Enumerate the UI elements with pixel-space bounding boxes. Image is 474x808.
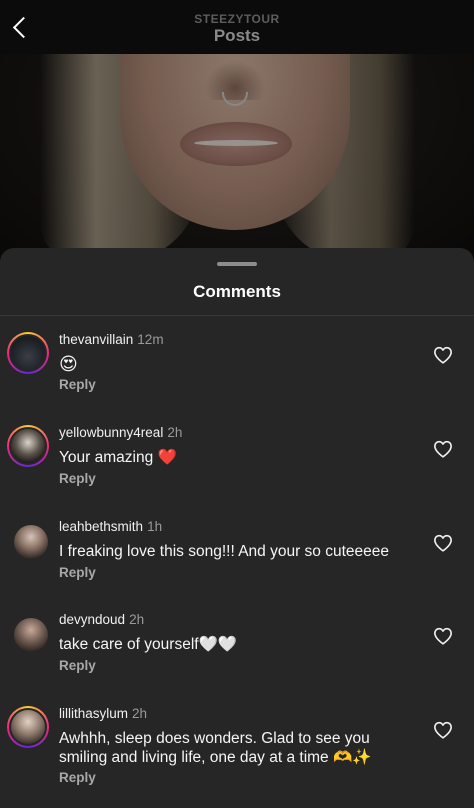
comment-time: 12m <box>137 332 164 347</box>
comment-time: 2h <box>167 425 183 440</box>
heart-outline-icon[interactable] <box>433 346 453 364</box>
comment-text: 😍 <box>59 354 78 375</box>
comments-sheet: Comments thevanvillain 12m 😍 Reply yellow… <box>0 248 474 808</box>
comment-username[interactable]: lillithasylum <box>59 706 128 721</box>
avatar[interactable] <box>7 706 49 748</box>
top-header: STEEZYTOUR Posts <box>0 0 474 54</box>
reply-button[interactable]: Reply <box>59 658 96 673</box>
reply-button[interactable]: Reply <box>59 471 96 486</box>
avatar[interactable] <box>7 425 49 467</box>
comment-time: 1h <box>147 519 163 534</box>
heart-outline-icon[interactable] <box>433 721 453 739</box>
comment-text: take care of yourself🤍🤍 <box>59 636 238 653</box>
heart-outline-icon[interactable] <box>433 440 453 458</box>
comment-text: Your amazing ❤️ <box>59 449 177 466</box>
heart-outline-icon[interactable] <box>433 534 453 552</box>
comment-username[interactable]: thevanvillain <box>59 332 133 347</box>
avatar[interactable] <box>7 332 49 374</box>
heart-outline-icon[interactable] <box>433 627 453 645</box>
sheet-title: Comments <box>193 282 281 301</box>
divider <box>0 315 474 316</box>
comment-time: 2h <box>132 706 148 721</box>
reply-button[interactable]: Reply <box>59 377 96 392</box>
avatar[interactable] <box>14 525 48 559</box>
page-title: Posts <box>213 26 261 45</box>
comment-username[interactable]: leahbethsmith <box>59 519 143 534</box>
avatar[interactable] <box>14 618 48 652</box>
comment-text: I freaking love this song!!! And your so… <box>59 543 390 560</box>
sheet-drag-handle[interactable] <box>217 262 257 266</box>
reply-button[interactable]: Reply <box>59 770 96 785</box>
comment-text: Awhhh, sleep does wonders. Glad to see y… <box>59 730 372 766</box>
comment-username[interactable]: devyndoud <box>59 612 125 627</box>
account-name: STEEZYTOUR <box>194 12 280 26</box>
comment-time: 2h <box>129 612 145 627</box>
comment-username[interactable]: yellowbunny4real <box>59 425 163 440</box>
reply-button[interactable]: Reply <box>59 565 96 580</box>
